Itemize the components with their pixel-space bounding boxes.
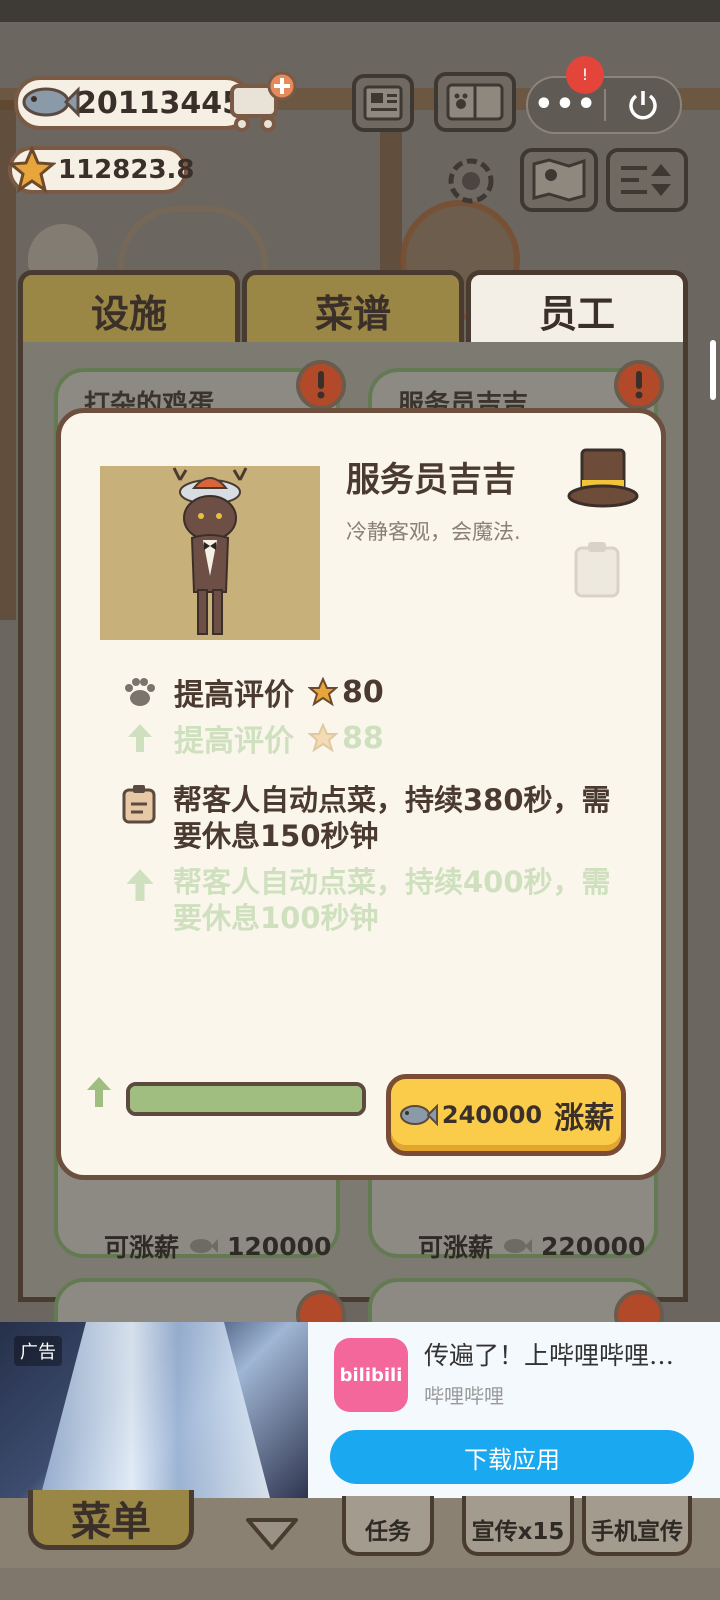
salary-amount: 120000 bbox=[227, 1231, 332, 1261]
chevron-down-icon[interactable] bbox=[244, 1514, 300, 1554]
staff-portrait bbox=[100, 466, 320, 640]
salary-available: 可涨薪 220000 bbox=[418, 1228, 645, 1264]
background-stand bbox=[118, 206, 268, 276]
power-icon bbox=[629, 91, 657, 120]
skill-next: 帮客人自动点菜，持续400秒，需要休息100秒钟 bbox=[173, 865, 611, 935]
tab-facilities[interactable]: 设施 bbox=[18, 270, 240, 346]
ad-tag: 广告 bbox=[14, 1336, 62, 1366]
salary-label: 可涨薪 bbox=[418, 1233, 494, 1262]
staff-description: 冷静客观，会魔法. bbox=[346, 520, 521, 544]
staff-name: 服务员吉吉 bbox=[346, 460, 516, 500]
more-button[interactable]: ••• bbox=[528, 90, 604, 120]
upgrade-progress-fill bbox=[130, 1086, 362, 1112]
clipboard-icon bbox=[122, 785, 156, 824]
fish-icon bbox=[190, 1239, 219, 1253]
sort-icon bbox=[621, 164, 671, 196]
top-hat-icon bbox=[567, 448, 639, 508]
newspaper-button[interactable] bbox=[352, 74, 414, 132]
upgrade-progress-bar bbox=[126, 1082, 366, 1116]
recipe-book-button[interactable] bbox=[434, 72, 516, 132]
raise-label: 涨薪 bbox=[554, 1101, 615, 1136]
map-button[interactable] bbox=[520, 148, 598, 212]
notification-badge: ! bbox=[566, 56, 604, 94]
phone-promotion-button[interactable]: 手机宣传 bbox=[582, 1496, 692, 1556]
settings-button[interactable] bbox=[440, 150, 502, 212]
cat-waiter-image bbox=[172, 467, 248, 635]
salary-amount: 220000 bbox=[541, 1231, 646, 1261]
sort-button[interactable] bbox=[606, 148, 688, 212]
ad-headline: 传遍了！上哔哩哔哩… bbox=[424, 1341, 675, 1370]
rating-label: 提高评价 bbox=[174, 724, 294, 759]
salary-available: 可涨薪 120000 bbox=[104, 1228, 331, 1264]
raise-cost: 240000 bbox=[441, 1101, 543, 1129]
paw-book-icon bbox=[446, 83, 504, 121]
status-bar bbox=[0, 0, 720, 22]
alert-badge bbox=[614, 360, 664, 410]
exclamation-icon bbox=[317, 371, 325, 399]
rating-next: 提高评价 88 bbox=[120, 716, 384, 760]
fish-currency-value: 20113445 bbox=[76, 85, 243, 121]
exclamation-icon bbox=[635, 371, 643, 399]
clipboard-icon bbox=[574, 542, 620, 598]
menu-button[interactable]: 菜单 bbox=[28, 1490, 194, 1550]
close-app-button[interactable] bbox=[606, 87, 680, 123]
map-icon bbox=[532, 158, 586, 202]
tab-recipes[interactable]: 菜谱 bbox=[242, 270, 464, 346]
alert-badge bbox=[296, 360, 346, 410]
ad-image[interactable]: 广告 bbox=[0, 1322, 308, 1498]
arrow-up-icon bbox=[87, 1077, 111, 1107]
rating-next-value: 88 bbox=[342, 720, 384, 756]
ad-brand: 哔哩哔哩 bbox=[424, 1384, 504, 1408]
rating-label: 提高评价 bbox=[174, 678, 294, 713]
background-cat bbox=[28, 224, 98, 274]
star-icon bbox=[308, 677, 338, 707]
task-button[interactable]: 任务 bbox=[342, 1496, 434, 1556]
system-nav-strip bbox=[0, 1568, 720, 1600]
star-icon bbox=[308, 723, 338, 753]
star-currency-value: 112823.8 bbox=[58, 155, 195, 185]
background-post bbox=[380, 120, 402, 280]
download-app-button[interactable]: 下载应用 bbox=[330, 1430, 694, 1484]
paw-icon bbox=[120, 674, 160, 710]
salary-label: 可涨薪 bbox=[104, 1233, 180, 1262]
mini-program-capsule: ••• bbox=[526, 76, 682, 134]
skill-current: 帮客人自动点菜，持续380秒，需要休息150秒钟 bbox=[173, 783, 611, 853]
fish-icon bbox=[504, 1239, 533, 1253]
rating-value: 80 bbox=[342, 674, 384, 710]
shop-cart-button[interactable] bbox=[228, 70, 298, 136]
tab-staff[interactable]: 员工 bbox=[466, 270, 688, 346]
arrow-up-icon bbox=[126, 869, 154, 901]
ad-artwork bbox=[40, 1322, 270, 1498]
raise-salary-button[interactable]: 240000 涨薪 bbox=[386, 1074, 626, 1156]
star-icon bbox=[8, 146, 56, 194]
arrow-up-icon bbox=[120, 720, 160, 756]
rating-current: 提高评价 80 bbox=[120, 670, 384, 714]
newspaper-icon bbox=[363, 85, 403, 121]
fish-icon bbox=[399, 1103, 438, 1127]
bilibili-logo: bilibili bbox=[334, 1338, 408, 1412]
scroll-indicator bbox=[710, 340, 716, 400]
gear-icon bbox=[448, 158, 494, 204]
promotion-button[interactable]: 宣传x15 bbox=[462, 1496, 574, 1556]
fish-icon bbox=[22, 86, 80, 118]
